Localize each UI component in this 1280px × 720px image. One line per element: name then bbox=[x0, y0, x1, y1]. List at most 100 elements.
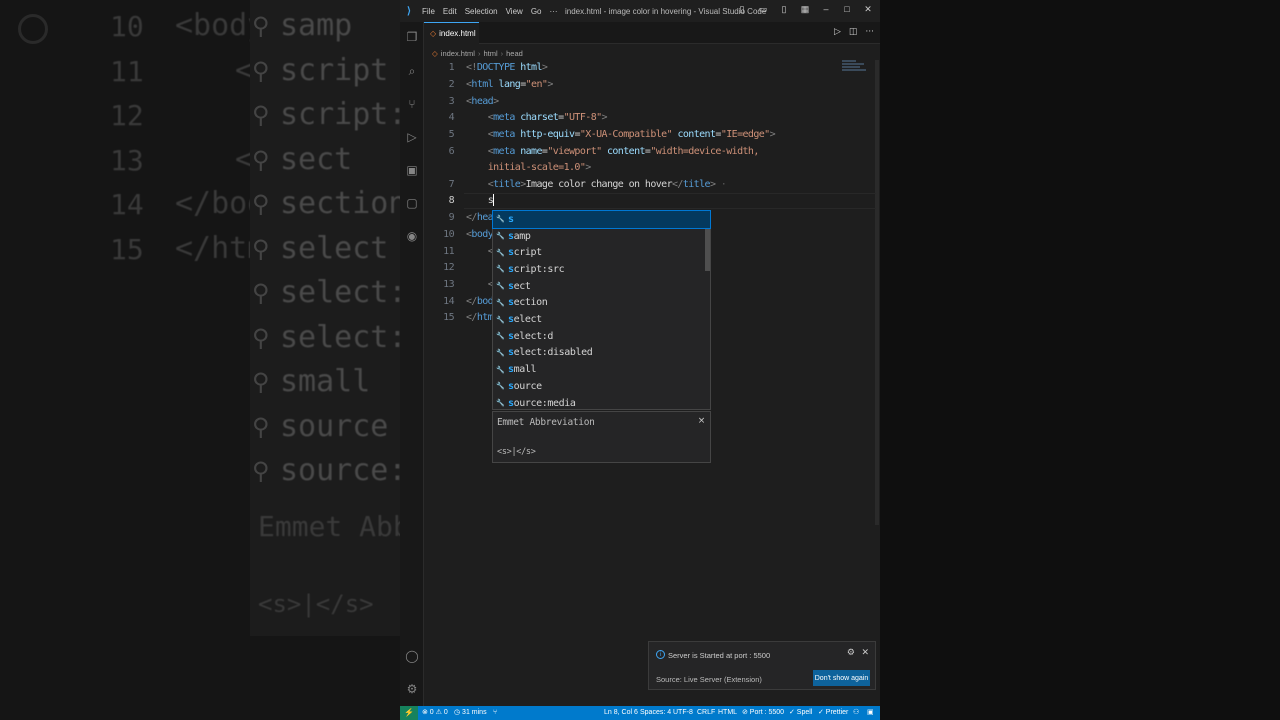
code-text[interactable]: initial-scale=1.0"> bbox=[466, 160, 592, 176]
line-number: 6 bbox=[448, 146, 455, 157]
run-debug-icon[interactable]: ▷ bbox=[405, 130, 419, 144]
layout-icon[interactable]: ▦ bbox=[799, 4, 811, 15]
extensions-icon[interactable]: ▣ bbox=[405, 163, 419, 177]
maximize-icon[interactable]: □ bbox=[841, 4, 853, 15]
code-line[interactable]: 3 <head> bbox=[424, 94, 854, 110]
code-text[interactable]: </bod bbox=[466, 294, 494, 310]
tab-index-html[interactable]: ◇ index.html bbox=[424, 22, 479, 44]
editor-scrollbar[interactable] bbox=[875, 60, 879, 525]
toggle-secondary-sidebar-icon[interactable]: ▯ bbox=[778, 4, 790, 15]
manage-gear-icon[interactable]: ⚙ bbox=[405, 682, 419, 696]
prettier-status[interactable]: ✓ Prettier bbox=[818, 706, 848, 720]
suggest-item[interactable]: 🔧 select bbox=[493, 311, 710, 328]
menu-selection[interactable]: Selection bbox=[461, 7, 502, 16]
code-line[interactable]: 7 <title>Image color change on hover</ti… bbox=[424, 177, 854, 193]
language-status[interactable]: HTML bbox=[718, 706, 737, 720]
code-line[interactable]: 8 s bbox=[424, 193, 854, 209]
remote-explorer-icon[interactable]: ▢ bbox=[405, 196, 419, 210]
close-icon[interactable]: × bbox=[698, 416, 706, 426]
cursor-position-status[interactable]: Ln 8, Col 6 bbox=[604, 706, 638, 720]
suggest-item[interactable]: 🔧 script bbox=[493, 244, 710, 261]
suggest-item[interactable]: 🔧 source bbox=[493, 378, 710, 395]
code-line[interactable]: 2 <html lang="en"> bbox=[424, 77, 854, 93]
time-tracker-status[interactable]: ◷ 31 mins bbox=[454, 706, 487, 720]
code-text[interactable]: s bbox=[466, 193, 495, 209]
line-number: 11 bbox=[443, 246, 454, 257]
git-graph-icon[interactable]: ◉ bbox=[405, 229, 419, 243]
accounts-icon[interactable]: ◯ bbox=[405, 649, 419, 663]
line-number: 4 bbox=[448, 112, 455, 123]
code-text[interactable]: </htm bbox=[466, 310, 494, 326]
eol-status[interactable]: CRLF bbox=[697, 706, 715, 720]
source-control-icon[interactable]: ⑂ bbox=[405, 97, 419, 111]
suggest-item[interactable]: 🔧 s bbox=[492, 210, 711, 229]
indentation-status[interactable]: Spaces: 4 bbox=[640, 706, 671, 720]
code-line[interactable]: 5 <meta http-equiv="X-UA-Compatible" con… bbox=[424, 127, 854, 143]
notifications-bell-icon[interactable]: ▣ bbox=[867, 706, 874, 720]
menu-file[interactable]: File bbox=[418, 7, 439, 16]
code-text[interactable]: <meta name="viewport" content="width=dev… bbox=[466, 144, 760, 160]
backdrop-wrench-icon: ⚲ bbox=[252, 145, 270, 174]
suggest-item[interactable]: 🔧 samp bbox=[493, 228, 710, 245]
breadcrumb-html[interactable]: html bbox=[483, 49, 497, 58]
code-text[interactable]: </hea bbox=[466, 210, 494, 226]
close-window-icon[interactable]: ✕ bbox=[862, 4, 874, 15]
live-server-port-status[interactable]: ⊘ Port : 5500 bbox=[742, 706, 784, 720]
code-text[interactable]: <head> bbox=[466, 94, 499, 110]
problems-status[interactable]: ⊗ 0 ⚠ 0 bbox=[422, 706, 448, 720]
code-line[interactable]: 4 <meta charset="UTF-8"> bbox=[424, 110, 854, 126]
dont-show-again-button[interactable]: Don't show again bbox=[813, 670, 870, 686]
suggest-item[interactable]: 🔧 sect bbox=[493, 278, 710, 295]
more-actions-icon[interactable]: ··· bbox=[865, 27, 874, 37]
search-icon[interactable]: ⌕ bbox=[405, 64, 419, 78]
split-editor-icon[interactable]: ◫ bbox=[849, 27, 858, 37]
code-text[interactable]: <!DOCTYPE html> bbox=[466, 60, 548, 76]
notification-message: Server is Started at port : 5500 bbox=[668, 651, 771, 660]
html-file-icon: ◇ bbox=[432, 48, 438, 58]
backdrop-line-number: 11 bbox=[110, 54, 144, 88]
menu-go[interactable]: Go bbox=[527, 7, 546, 16]
backdrop-line-number: 12 bbox=[110, 99, 144, 132]
line-number: 9 bbox=[448, 212, 455, 223]
suggest-item[interactable]: 🔧 section bbox=[493, 295, 710, 312]
backdrop-suggest-item: section bbox=[280, 186, 400, 221]
suggest-item[interactable]: 🔧 select:disabled bbox=[493, 345, 710, 362]
menu-edit[interactable]: Edit bbox=[439, 7, 461, 16]
code-line[interactable]: 1 <!DOCTYPE html> bbox=[424, 60, 854, 76]
toggle-sidebar-icon[interactable]: ▯ bbox=[736, 4, 748, 15]
run-icon[interactable]: ▷ bbox=[834, 27, 841, 37]
code-text[interactable]: < bbox=[466, 277, 494, 293]
minimize-icon[interactable]: – bbox=[820, 4, 832, 15]
backdrop-wrench-icon: ⚲ bbox=[252, 368, 270, 396]
spell-status[interactable]: ✓ Spell bbox=[789, 706, 812, 720]
code-text[interactable]: <meta charset="UTF-8"> bbox=[466, 110, 608, 126]
encoding-status[interactable]: UTF-8 bbox=[673, 706, 693, 720]
menu-view[interactable]: View bbox=[502, 7, 527, 16]
backdrop-wrench-icon: ⚲ bbox=[252, 412, 270, 441]
gear-icon[interactable]: ⚙ bbox=[847, 648, 855, 658]
close-icon[interactable]: ✕ bbox=[861, 648, 869, 658]
menu-more[interactable]: ··· bbox=[545, 7, 561, 16]
code-text[interactable]: < bbox=[466, 244, 494, 260]
remote-icon[interactable]: ⚡ bbox=[400, 706, 418, 720]
code-text[interactable]: <html lang="en"> bbox=[466, 77, 553, 93]
breadcrumb-file[interactable]: index.html bbox=[441, 49, 475, 58]
code-text[interactable]: <body bbox=[466, 227, 494, 243]
code-text[interactable]: <meta http-equiv="X-UA-Compatible" conte… bbox=[466, 127, 776, 143]
code-line[interactable]: initial-scale=1.0"> bbox=[424, 160, 854, 176]
breadcrumb-head[interactable]: head bbox=[506, 49, 523, 58]
suggest-item[interactable]: 🔧 source:media bbox=[493, 395, 710, 412]
title-bar: ⟩ File Edit Selection View Go ··· index.… bbox=[400, 0, 880, 22]
git-branch-icon[interactable]: ⑂ bbox=[493, 706, 497, 720]
toggle-panel-icon[interactable]: ▭ bbox=[757, 4, 769, 15]
suggest-item[interactable]: 🔧 script:src bbox=[493, 261, 710, 278]
backdrop-suggest-item: select:d bbox=[280, 275, 400, 310]
code-text[interactable]: <title>Image color change on hover</titl… bbox=[466, 177, 727, 193]
suggest-item[interactable]: 🔧 select:d bbox=[493, 328, 710, 345]
code-line[interactable]: 6 <meta name="viewport" content="width=d… bbox=[424, 144, 854, 160]
suggest-item[interactable]: 🔧 small bbox=[493, 361, 710, 378]
explorer-icon[interactable]: ❐ bbox=[405, 30, 419, 44]
accounts-status-icon[interactable]: ⚇ bbox=[853, 706, 859, 720]
wrench-icon: 🔧 bbox=[496, 332, 505, 341]
backdrop-suggest-item: source bbox=[280, 408, 389, 444]
